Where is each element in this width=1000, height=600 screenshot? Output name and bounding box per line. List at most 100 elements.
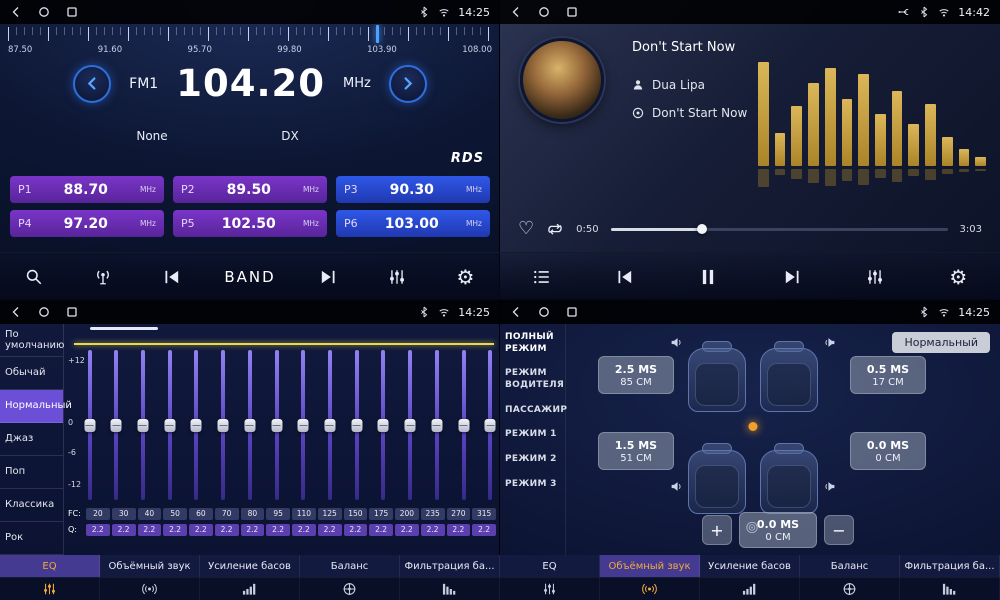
balance-icon[interactable] — [800, 578, 900, 600]
search-icon[interactable] — [17, 260, 51, 294]
sf-mode-0[interactable]: ПОЛНЫЙ РЕЖИМ — [505, 332, 560, 355]
sf-mode-2[interactable]: ПАССАЖИР — [505, 405, 560, 417]
eq-preset-4[interactable]: Поп — [0, 456, 63, 489]
seek-bar[interactable] — [611, 223, 948, 235]
eq-band-slider-15[interactable] — [485, 350, 496, 500]
eq-band-slider-13[interactable] — [431, 350, 442, 500]
seek-knob[interactable] — [697, 224, 707, 234]
eq-preset-1[interactable]: Обычай — [0, 357, 63, 390]
previous-station-icon[interactable] — [155, 260, 189, 294]
next-station-icon[interactable] — [311, 260, 345, 294]
back-icon[interactable] — [10, 306, 22, 318]
slider-knob[interactable] — [458, 419, 469, 432]
settings-gear-icon[interactable]: ⚙ — [449, 260, 483, 294]
eq-sliders-icon[interactable] — [500, 578, 600, 600]
delay-rear-right[interactable]: 0.0 MS 0 CM — [850, 432, 926, 470]
tab-bass[interactable]: Усиление басов — [200, 555, 300, 577]
next-track-icon[interactable] — [775, 260, 809, 294]
home-icon[interactable] — [38, 306, 50, 318]
slider-knob[interactable] — [351, 419, 362, 432]
slider-knob[interactable] — [164, 419, 175, 432]
recents-icon[interactable] — [566, 6, 578, 18]
home-icon[interactable] — [538, 306, 550, 318]
playlist-icon[interactable] — [525, 260, 559, 294]
listening-position-dot[interactable] — [749, 422, 758, 431]
back-icon[interactable] — [510, 6, 522, 18]
eq-band-slider-12[interactable] — [405, 350, 416, 500]
previous-track-icon[interactable] — [608, 260, 642, 294]
pause-icon[interactable] — [691, 260, 725, 294]
slider-knob[interactable] — [84, 419, 95, 432]
eq-preset-5[interactable]: Классика — [0, 489, 63, 522]
slider-knob[interactable] — [405, 419, 416, 432]
eq-band-slider-2[interactable] — [137, 350, 148, 500]
bass-boost-icon[interactable] — [700, 578, 800, 600]
slider-knob[interactable] — [378, 419, 389, 432]
equalizer-shortcut-icon[interactable] — [380, 260, 414, 294]
home-icon[interactable] — [38, 6, 50, 18]
tuner-marker[interactable] — [376, 25, 379, 43]
recents-icon[interactable] — [66, 6, 78, 18]
eq-band-slider-5[interactable] — [218, 350, 229, 500]
eq-preset-0[interactable]: По умолчанию — [0, 324, 63, 357]
eq-band-slider-9[interactable] — [324, 350, 335, 500]
delay-increase-button[interactable]: + — [702, 515, 732, 545]
seat-rear-right[interactable] — [760, 450, 818, 514]
sf-mode-3[interactable]: РЕЖИМ 1 — [505, 429, 560, 441]
radio-preset-4[interactable]: P4 97.20 MHz — [10, 210, 164, 237]
tab-balance[interactable]: Баланс — [800, 555, 900, 577]
seat-front-left[interactable] — [688, 348, 746, 412]
eq-sliders-icon[interactable] — [0, 578, 100, 600]
radio-preset-1[interactable]: P1 88.70 MHz — [10, 176, 164, 203]
filter-icon[interactable] — [900, 578, 1000, 600]
tab-eq[interactable]: EQ — [0, 555, 100, 577]
tune-up-button[interactable] — [389, 65, 427, 103]
equalizer-shortcut-icon[interactable] — [858, 260, 892, 294]
eq-band-slider-7[interactable] — [271, 350, 282, 500]
repeat-icon[interactable] — [546, 220, 564, 238]
eq-preset-3[interactable]: Джаз — [0, 423, 63, 456]
radio-preset-5[interactable]: P5 102.50 MHz — [173, 210, 327, 237]
tab-filter[interactable]: Фильтрация ба... — [400, 555, 500, 577]
slider-knob[interactable] — [271, 419, 282, 432]
delay-rear-left[interactable]: 1.5 MS 51 CM — [598, 432, 674, 470]
bass-boost-icon[interactable] — [200, 578, 300, 600]
sf-mode-1[interactable]: РЕЖИМ ВОДИТЕЛЯ — [505, 368, 560, 391]
surround-icon[interactable] — [100, 578, 200, 600]
eq-band-slider-14[interactable] — [458, 350, 469, 500]
favorite-icon[interactable]: ♡ — [518, 220, 534, 238]
stations-scan-icon[interactable] — [86, 260, 120, 294]
tab-surround[interactable]: Объёмный звук — [600, 555, 700, 577]
radio-preset-3[interactable]: P3 90.30 MHz — [336, 176, 490, 203]
slider-knob[interactable] — [218, 419, 229, 432]
tab-filter[interactable]: Фильтрация ба... — [900, 555, 1000, 577]
settings-gear-icon[interactable]: ⚙ — [941, 260, 975, 294]
radio-preset-6[interactable]: P6 103.00 MHz — [336, 210, 490, 237]
eq-band-slider-10[interactable] — [351, 350, 362, 500]
balance-icon[interactable] — [300, 578, 400, 600]
slider-knob[interactable] — [298, 419, 309, 432]
sound-preset-button[interactable]: Нормальный — [892, 332, 990, 353]
sf-mode-4[interactable]: РЕЖИМ 2 — [505, 454, 560, 466]
back-icon[interactable] — [510, 306, 522, 318]
slider-knob[interactable] — [431, 419, 442, 432]
delay-decrease-button[interactable]: − — [824, 515, 854, 545]
slider-knob[interactable] — [137, 419, 148, 432]
recents-icon[interactable] — [66, 306, 78, 318]
eq-band-slider-1[interactable] — [111, 350, 122, 500]
eq-preset-6[interactable]: Рок — [0, 522, 63, 555]
eq-band-slider-4[interactable] — [191, 350, 202, 500]
eq-band-slider-0[interactable] — [84, 350, 95, 500]
tune-down-button[interactable] — [73, 65, 111, 103]
surround-icon[interactable] — [600, 578, 700, 600]
home-icon[interactable] — [538, 6, 550, 18]
slider-knob[interactable] — [111, 419, 122, 432]
seat-front-right[interactable] — [760, 348, 818, 412]
delay-front-left[interactable]: 2.5 MS 85 CM — [598, 356, 674, 394]
back-icon[interactable] — [10, 6, 22, 18]
slider-knob[interactable] — [191, 419, 202, 432]
seat-rear-left[interactable] — [688, 450, 746, 514]
tab-surround[interactable]: Объёмный звук — [100, 555, 200, 577]
filter-icon[interactable] — [400, 578, 500, 600]
sf-mode-5[interactable]: РЕЖИМ 3 — [505, 479, 560, 491]
